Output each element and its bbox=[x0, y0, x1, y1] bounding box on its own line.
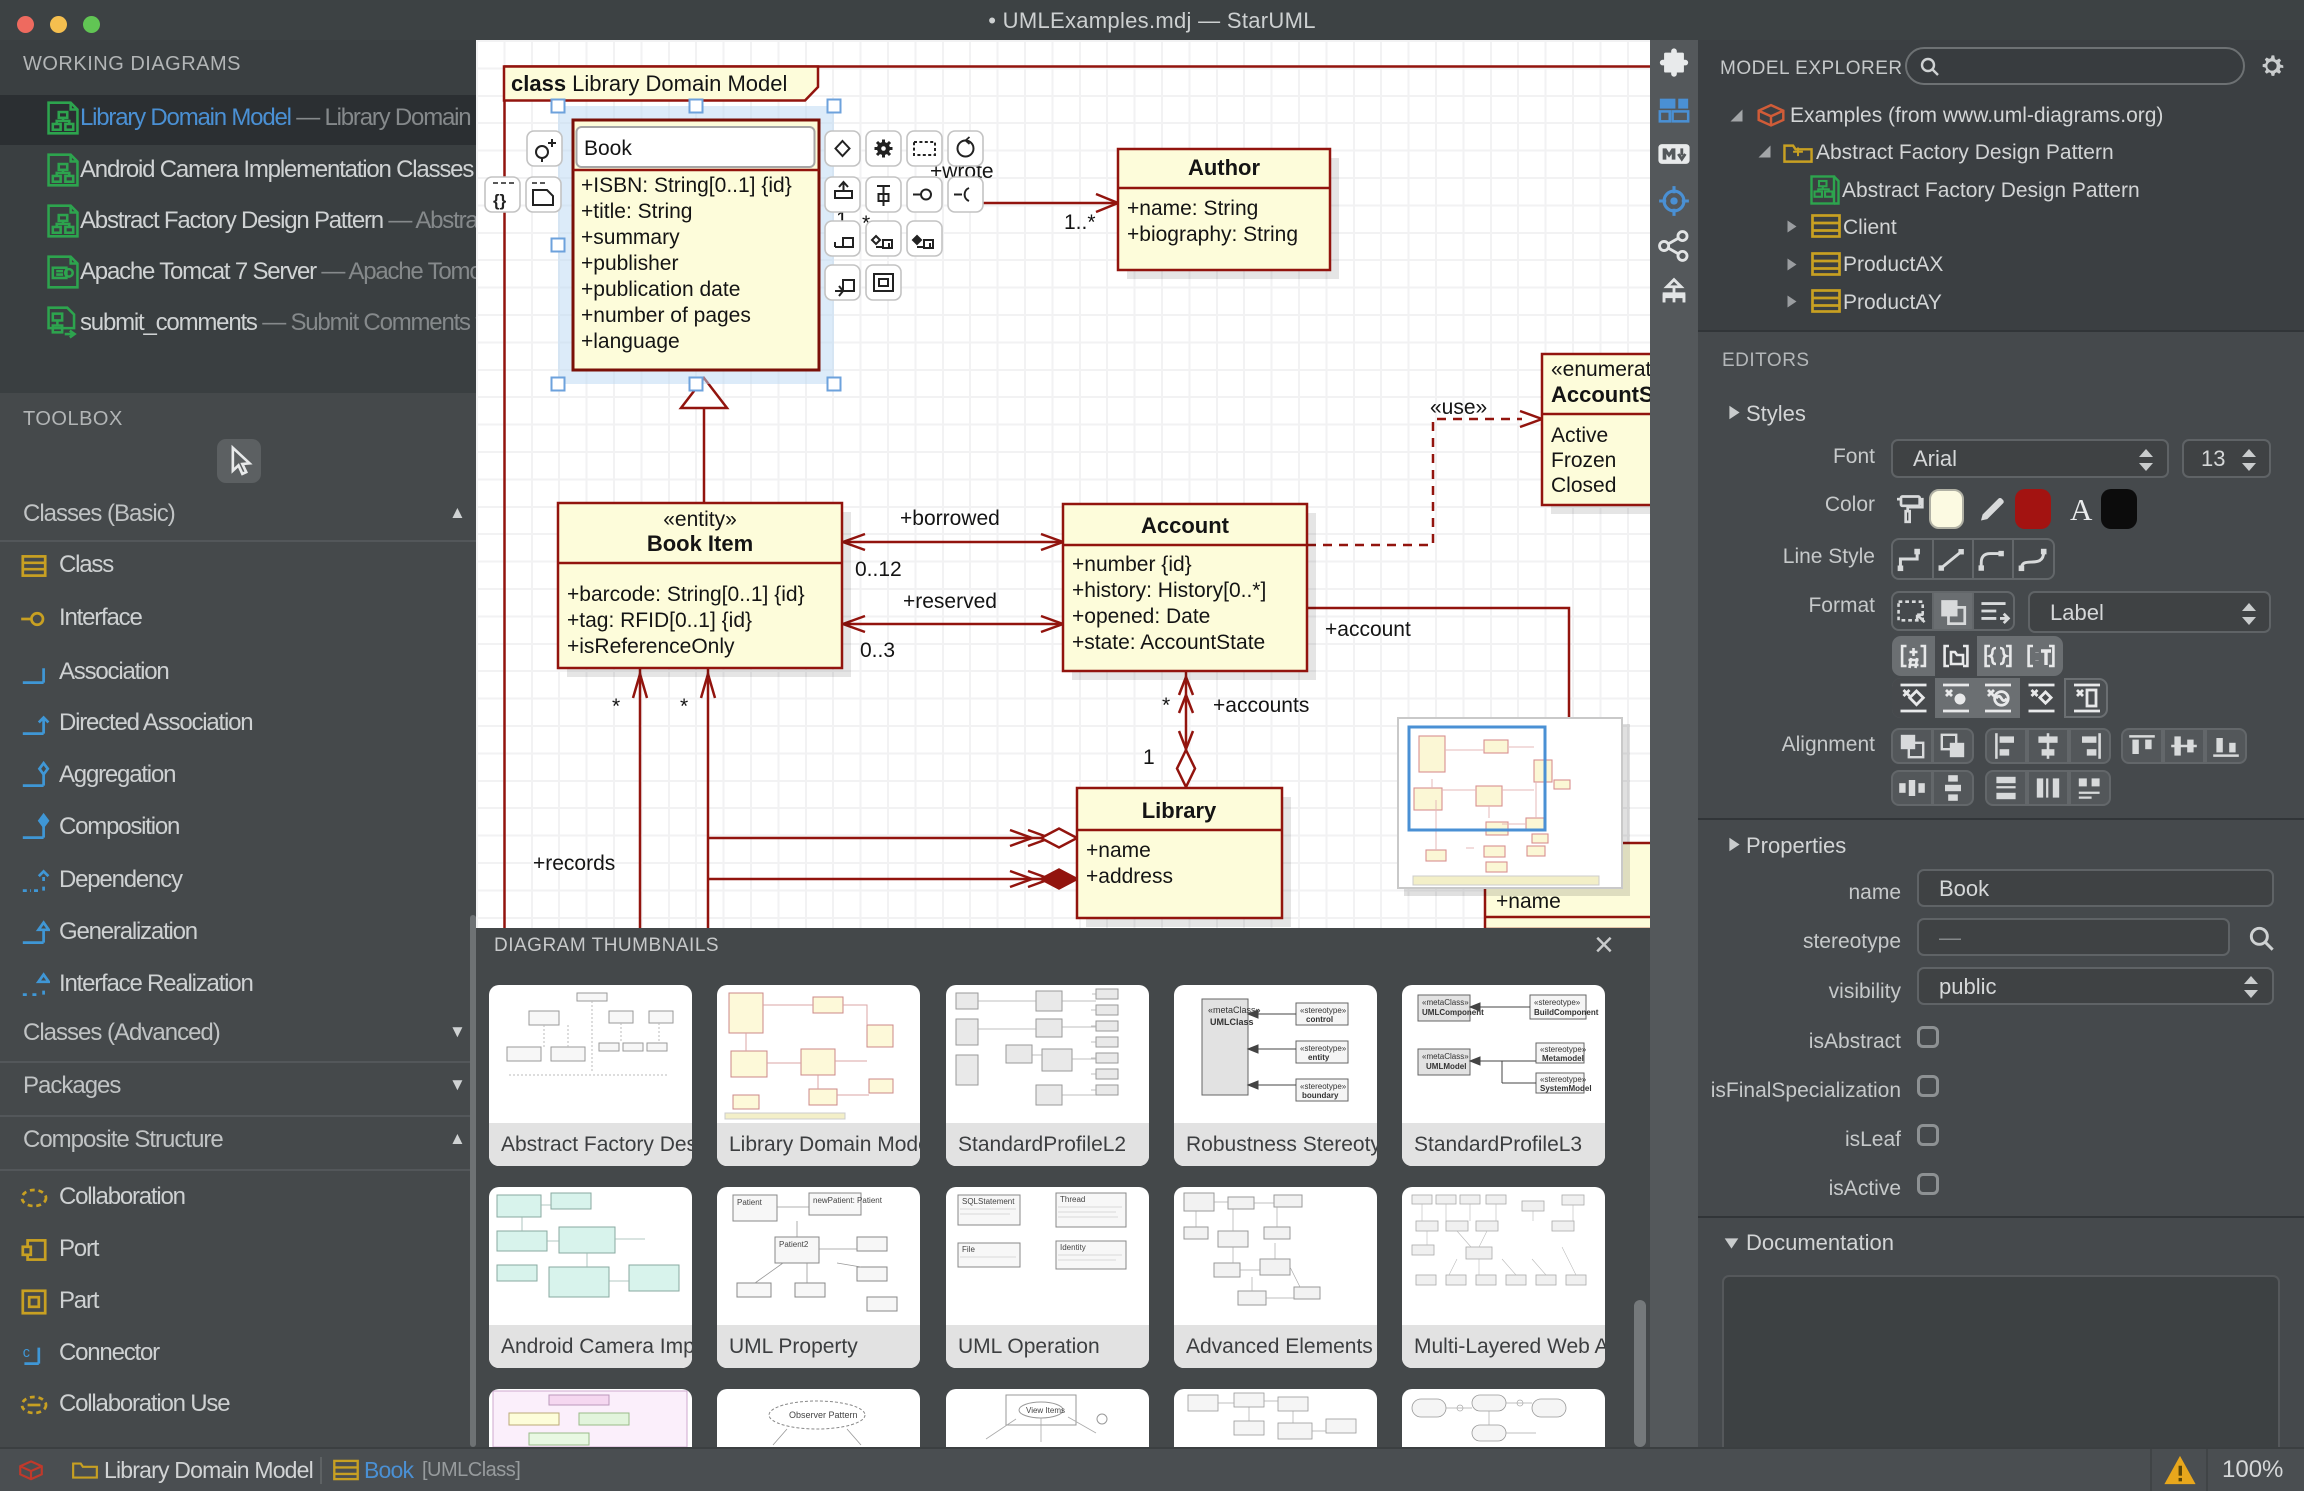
svg-text:+tag: RFID[0..1] {id}: +tag: RFID[0..1] {id} bbox=[567, 609, 752, 632]
svg-text:File: File bbox=[962, 1245, 975, 1254]
svg-text:*: * bbox=[1162, 694, 1170, 717]
svg-text:0..12: 0..12 bbox=[855, 558, 902, 581]
svg-text:«stereotype»: «stereotype» bbox=[1540, 1075, 1587, 1084]
svg-text:0..3: 0..3 bbox=[860, 639, 895, 662]
svg-text:+reserved: +reserved bbox=[903, 590, 997, 613]
svg-text:«entity»: «entity» bbox=[663, 508, 737, 531]
svg-text:+history: History[0..*]: +history: History[0..*] bbox=[1072, 579, 1266, 602]
svg-text:*: * bbox=[612, 695, 620, 718]
svg-text:control: control bbox=[1306, 1015, 1333, 1024]
svg-text:+number {id}: +number {id} bbox=[1072, 553, 1192, 576]
svg-text:boundary: boundary bbox=[1302, 1091, 1339, 1100]
svg-text:Library: Library bbox=[1142, 798, 1217, 823]
svg-text:«stereotype»: «stereotype» bbox=[1540, 1045, 1587, 1054]
svg-text:View Items: View Items bbox=[1026, 1406, 1065, 1415]
svg-text:Account: Account bbox=[1141, 513, 1230, 538]
svg-text:Author: Author bbox=[1188, 155, 1261, 180]
svg-text:«metaClass»: «metaClass» bbox=[1422, 998, 1469, 1007]
svg-text:SQLStatement: SQLStatement bbox=[962, 1197, 1015, 1206]
svg-text:+summary: +summary bbox=[581, 226, 680, 249]
svg-text:+name: String: +name: String bbox=[1127, 197, 1258, 220]
svg-text:Frozen: Frozen bbox=[1551, 449, 1616, 472]
svg-text:+language: +language bbox=[581, 330, 680, 353]
svg-text:SystemModel: SystemModel bbox=[1540, 1084, 1592, 1093]
svg-text:+name: +name bbox=[1086, 839, 1151, 862]
svg-text:Patient: Patient bbox=[737, 1198, 763, 1207]
svg-text:Book Item: Book Item bbox=[647, 531, 753, 556]
svg-text:«metaClass»: «metaClass» bbox=[1422, 1052, 1469, 1061]
svg-text:«stereotype»: «stereotype» bbox=[1534, 998, 1581, 1007]
svg-text:entity: entity bbox=[1308, 1053, 1330, 1062]
svg-text:«stereotype»: «stereotype» bbox=[1300, 1044, 1347, 1053]
svg-text:UMLClass: UMLClass bbox=[1210, 1017, 1254, 1027]
svg-text:UMLModel: UMLModel bbox=[1426, 1062, 1466, 1071]
svg-text:c: c bbox=[23, 1345, 30, 1361]
svg-text:AccountState: AccountState bbox=[1551, 382, 1650, 407]
svg-text:Active: Active bbox=[1551, 424, 1608, 447]
svg-text:Book: Book bbox=[584, 137, 632, 160]
svg-text:Metamodel: Metamodel bbox=[1542, 1054, 1584, 1063]
svg-text:{}: {} bbox=[493, 191, 507, 210]
svg-text:+publication date: +publication date bbox=[581, 278, 740, 301]
svg-text:class Library Domain Model: class Library Domain Model bbox=[511, 71, 787, 96]
svg-text:+account: +account bbox=[1325, 618, 1411, 641]
svg-text:+state: AccountState: +state: AccountState bbox=[1072, 631, 1265, 654]
svg-text:+publisher: +publisher bbox=[581, 252, 678, 275]
svg-text:+borrowed: +borrowed bbox=[900, 507, 1000, 530]
svg-text:+number of pages: +number of pages bbox=[581, 304, 751, 327]
svg-text:«stereotype»: «stereotype» bbox=[1300, 1006, 1347, 1015]
svg-text:*: * bbox=[680, 695, 688, 718]
svg-text:+opened: Date: +opened: Date bbox=[1072, 605, 1210, 628]
svg-text:Thread: Thread bbox=[1060, 1195, 1085, 1204]
svg-text:newPatient: Patient: newPatient: Patient bbox=[813, 1196, 883, 1205]
svg-text:+accounts: +accounts bbox=[1213, 694, 1309, 717]
svg-text:BuildComponent: BuildComponent bbox=[1534, 1008, 1599, 1017]
svg-text:Patient2: Patient2 bbox=[779, 1240, 809, 1249]
svg-text:+biography: String: +biography: String bbox=[1127, 223, 1298, 246]
svg-text:+records: +records bbox=[533, 852, 615, 875]
svg-text:+ISBN: String[0..1] {id}: +ISBN: String[0..1] {id} bbox=[581, 174, 792, 197]
svg-text:+title: String: +title: String bbox=[581, 200, 692, 223]
svg-text:+isReferenceOnly: +isReferenceOnly bbox=[567, 635, 735, 658]
svg-text:1: 1 bbox=[1143, 746, 1155, 769]
svg-text:Closed: Closed bbox=[1551, 474, 1616, 497]
svg-text:Identity: Identity bbox=[1060, 1243, 1086, 1252]
svg-text:«use»: «use» bbox=[1430, 396, 1487, 419]
svg-text:+address: +address bbox=[1086, 865, 1173, 888]
svg-text:+barcode: String[0..1] {id}: +barcode: String[0..1] {id} bbox=[567, 583, 805, 606]
svg-text:«stereotype»: «stereotype» bbox=[1300, 1082, 1347, 1091]
svg-text:«enumeration»: «enumeration» bbox=[1551, 358, 1650, 381]
svg-text:1..*: 1..* bbox=[1064, 211, 1096, 234]
svg-text:Observer Pattern: Observer Pattern bbox=[789, 1410, 858, 1420]
